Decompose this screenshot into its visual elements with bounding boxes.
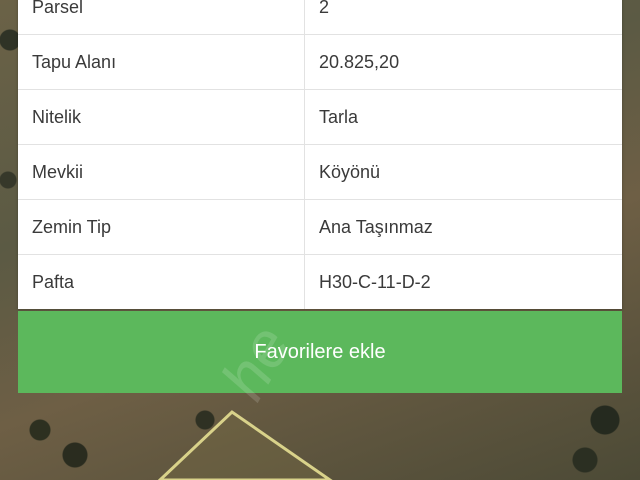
table-row: Tapu Alanı 20.825,20 — [18, 35, 622, 90]
row-label: Pafta — [18, 255, 305, 309]
row-label: Mevkii — [18, 145, 305, 199]
row-value: Köyönü — [319, 161, 381, 182]
row-label: Nitelik — [18, 90, 305, 144]
table-row: Nitelik Tarla — [18, 90, 622, 145]
row-label: Tapu Alanı — [18, 35, 305, 89]
table-row: Zemin Tip Ana Taşınmaz — [18, 200, 622, 255]
row-value: H30-C-11-D-2 — [319, 271, 431, 292]
table-row: Parsel 2 — [18, 0, 622, 35]
table-row: Pafta H30-C-11-D-2 — [18, 255, 622, 309]
row-label: Parsel — [18, 0, 305, 34]
table-row: Mevkii Köyönü — [18, 145, 622, 200]
row-value: Ana Taşınmaz — [319, 216, 433, 237]
row-value: 20.825,20 — [319, 51, 400, 72]
row-value: Tarla — [319, 106, 359, 127]
row-label: Zemin Tip — [18, 200, 305, 254]
add-to-favorites-button[interactable]: Favorilere ekle — [18, 311, 622, 393]
parcel-info-table: Parsel 2 Tapu Alanı 20.825,20 Nitelik Ta… — [18, 0, 622, 309]
row-value: 2 — [319, 0, 330, 17]
